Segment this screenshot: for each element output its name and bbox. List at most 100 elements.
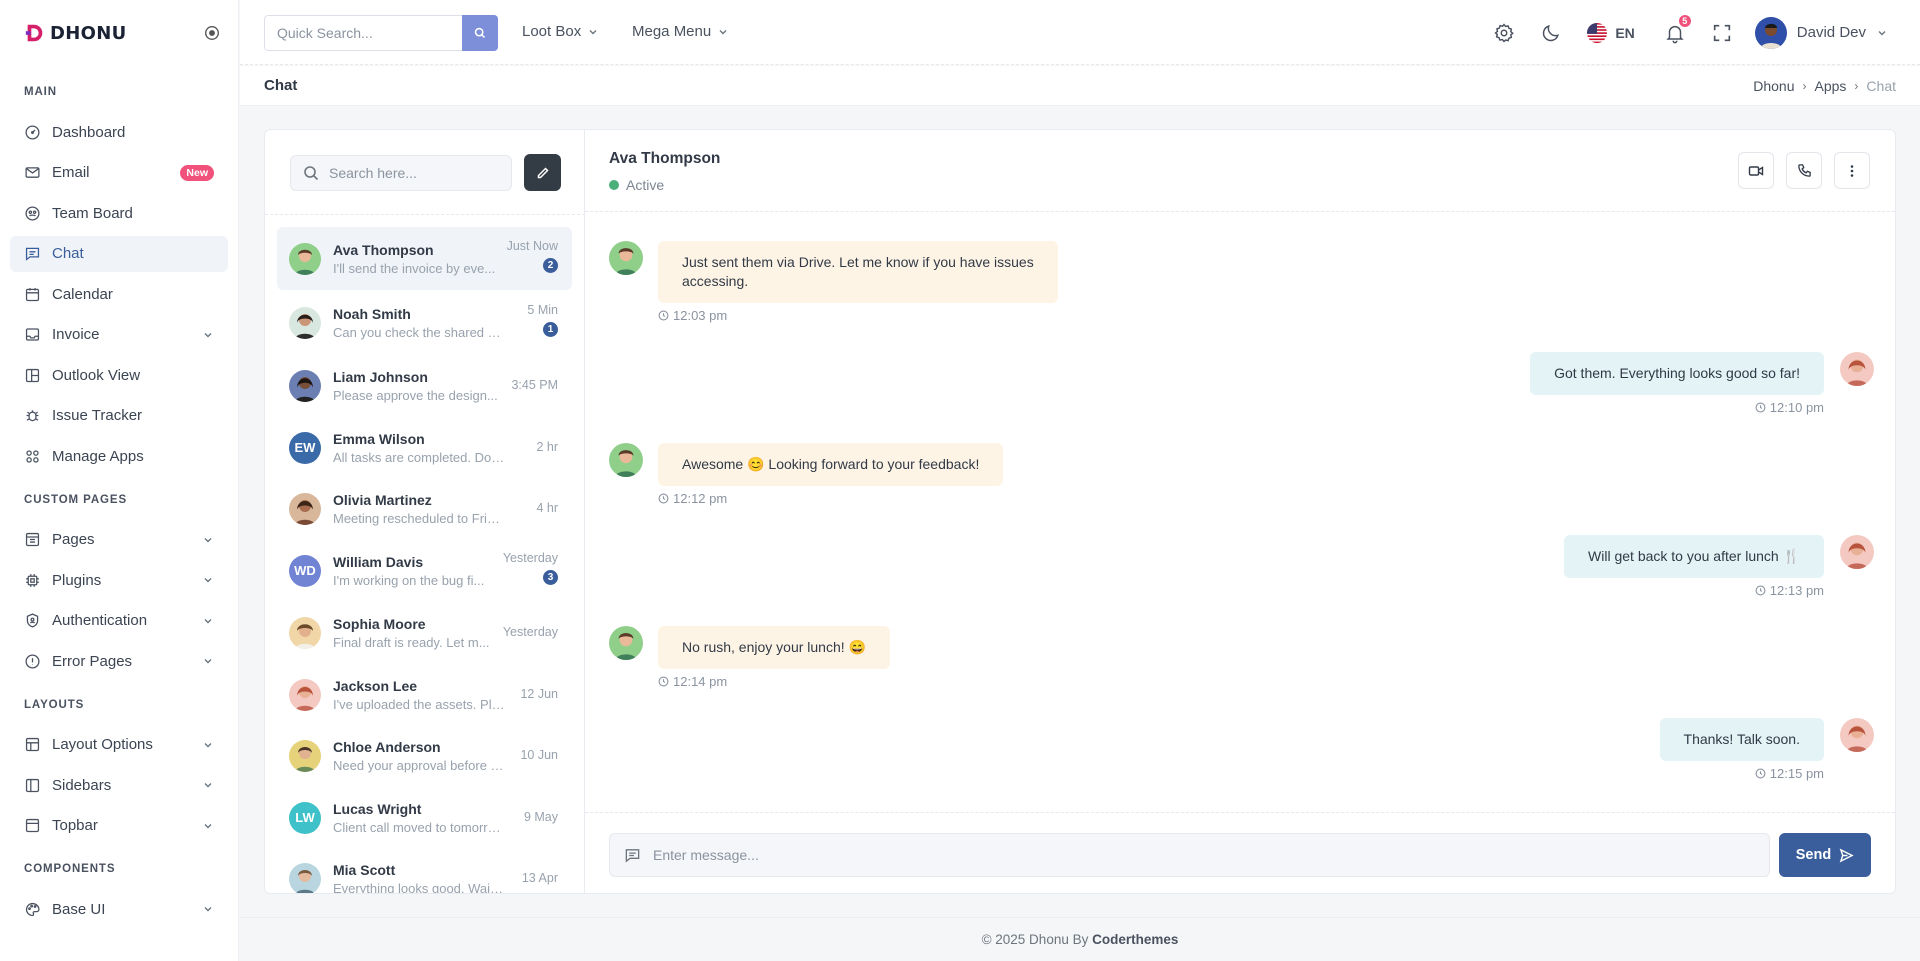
contact-initials: EW: [289, 431, 321, 464]
message-time: Just Now: [506, 239, 558, 253]
online-dot-icon: [609, 180, 619, 190]
sidebar-item-calendar[interactable]: Calendar: [10, 276, 228, 312]
sidebar-item-issue-tracker[interactable]: Issue Tracker: [10, 398, 228, 434]
conversation-item[interactable]: Jackson Lee I've uploaded the assets. Ple…: [277, 663, 572, 726]
dashboard-icon: [25, 124, 40, 140]
chat-status-label: Active: [626, 177, 665, 193]
pencil-icon: [537, 166, 549, 178]
nav-section-custom-pages: CUSTOM PAGES: [24, 493, 128, 506]
chat-search: [290, 155, 512, 191]
palette-icon: [25, 902, 40, 916]
conversation-item[interactable]: Liam Johnson Please approve the design...…: [277, 354, 572, 417]
sidebar-item-label: Team Board: [52, 204, 133, 222]
sidebar-item-invoice[interactable]: Invoice: [10, 317, 228, 353]
message-preview: Final draft is ready. Let m...: [333, 634, 490, 650]
page-title: Chat: [264, 77, 298, 94]
user-menu[interactable]: David Dev: [1754, 16, 1888, 49]
message-preview: Please approve the design...: [333, 387, 498, 403]
language-selector[interactable]: EN: [1587, 22, 1635, 43]
message-bubble: No rush, enjoy your lunch! 😄: [658, 626, 890, 669]
quick-search-input[interactable]: [264, 15, 462, 51]
user-avatar: [1840, 718, 1874, 752]
language-code: EN: [1615, 24, 1635, 41]
moon-icon[interactable]: [1540, 22, 1562, 44]
conversation-item[interactable]: LW Lucas Wright Client call moved to tomo…: [277, 786, 572, 849]
unread-badge: 2: [543, 258, 558, 273]
message-outgoing: Thanks! Talk soon. 12:15 pm: [1659, 718, 1824, 781]
message-time: 12:14 pm: [673, 674, 728, 689]
conversation-item[interactable]: Mia Scott Everything looks good. Waiti...…: [277, 847, 572, 893]
contact-avatar: [289, 678, 321, 711]
sidebar-item-topbar[interactable]: Topbar: [10, 808, 228, 844]
chevron-down-icon: [204, 823, 212, 828]
breadcrumb-item[interactable]: Dhonu: [1753, 78, 1794, 94]
bug-icon: [26, 410, 39, 422]
clock-icon: [658, 493, 669, 504]
settings-gear-icon[interactable]: [1493, 22, 1515, 44]
contact-avatar: [609, 241, 643, 275]
sidebar-item-outlook-view[interactable]: Outlook View: [10, 357, 228, 393]
conversation-item[interactable]: Noah Smith Can you check the shared do...…: [277, 291, 572, 354]
mega-menu[interactable]: Mega Menu: [632, 23, 729, 40]
sidebar-item-pages[interactable]: Pages: [10, 522, 228, 558]
conversation-item[interactable]: Olivia Martinez Meeting rescheduled to Fr…: [277, 477, 572, 540]
video-call-button[interactable]: [1738, 152, 1774, 189]
chevron-down-icon: [204, 578, 212, 583]
sidebar-item-manage-apps[interactable]: Manage Apps: [10, 438, 228, 474]
sidebar-item-base-ui[interactable]: Base UI: [10, 891, 228, 927]
message-incoming: No rush, enjoy your lunch! 😄 12:14 pm: [658, 626, 890, 689]
conversation-list: Ava ThompsonI'll send the invoice by eve…: [265, 130, 585, 893]
sidebar-item-team-board[interactable]: Team Board: [10, 195, 228, 231]
list-divider: [265, 214, 585, 215]
footer: © 2025 Dhonu By Coderthemes: [240, 917, 1920, 961]
fullscreen-icon[interactable]: [1711, 22, 1733, 44]
message-input[interactable]: [653, 847, 1753, 863]
message-time: 13 Apr: [521, 871, 558, 885]
brand-logo[interactable]: DHONU: [24, 22, 127, 44]
conversation-item[interactable]: WD William Davis I'm working on the bug f…: [277, 539, 572, 602]
message-time: 12 Jun: [520, 687, 558, 701]
chevron-down-icon: [1878, 30, 1886, 35]
send-button[interactable]: Send: [1779, 833, 1871, 877]
sidebar-item-dashboard[interactable]: Dashboard: [10, 114, 228, 150]
team-icon: [25, 205, 40, 221]
new-chat-button[interactable]: [524, 154, 561, 191]
sidebar-item-authentication[interactable]: Authentication: [10, 603, 228, 639]
breadcrumb-item[interactable]: Apps: [1815, 78, 1847, 94]
conversation-item[interactable]: Ava Thompson I'll send the invoice by eve…: [277, 227, 572, 290]
calendar-icon: [25, 287, 40, 301]
conversation-item[interactable]: Sophia Moore Final draft is ready. Let m.…: [277, 601, 572, 664]
more-options-button[interactable]: [1834, 152, 1870, 189]
unread-badge: 1: [543, 322, 558, 337]
sidebar-item-sidebars[interactable]: Sidebars: [10, 767, 228, 803]
sidebar-item-email[interactable]: Email New: [10, 155, 228, 191]
message-bubble: Awesome 😊 Looking forward to your feedba…: [658, 443, 1004, 486]
notifications-button[interactable]: 5: [1664, 12, 1693, 44]
quick-search-button[interactable]: [462, 15, 498, 51]
sidebar-item-chat[interactable]: Chat: [10, 235, 228, 272]
sidebar-item-plugins[interactable]: Plugins: [10, 562, 228, 598]
nav-section-main: MAIN: [24, 86, 57, 98]
phone-icon: [1797, 164, 1811, 177]
contact-name: Olivia Martinez: [333, 491, 432, 508]
chat-contact-name: Ava Thompson: [609, 150, 721, 167]
send-label: Send: [1795, 847, 1832, 863]
sidebar-item-label: Base UI: [52, 900, 106, 918]
contact-avatar: [289, 369, 321, 402]
voice-call-button[interactable]: [1786, 152, 1822, 189]
chat-search-input[interactable]: [329, 165, 499, 181]
sidebar-toggle-icon[interactable]: [203, 24, 221, 42]
mega-menu-label: Mega Menu: [632, 23, 712, 40]
sidebar-item-label: Email: [52, 164, 90, 181]
sidebar-item-error-pages[interactable]: Error Pages: [10, 643, 228, 679]
message-time: 4 hr: [536, 501, 558, 515]
topbar-actions: EN 5 David Dev: [1493, 0, 1920, 65]
chevron-down-icon: [204, 742, 212, 747]
contact-initials: WD: [289, 554, 321, 587]
footer-brand-link[interactable]: Coderthemes: [1092, 932, 1178, 947]
contact-avatar: [289, 242, 321, 275]
loot-box-menu[interactable]: Loot Box: [522, 23, 599, 40]
sidebar-item-layout-options[interactable]: Layout Options: [10, 727, 228, 763]
conversation-item[interactable]: EW Emma Wilson All tasks are completed. D…: [277, 416, 572, 479]
conversation-item[interactable]: Chloe Anderson Need your approval before …: [277, 724, 572, 787]
